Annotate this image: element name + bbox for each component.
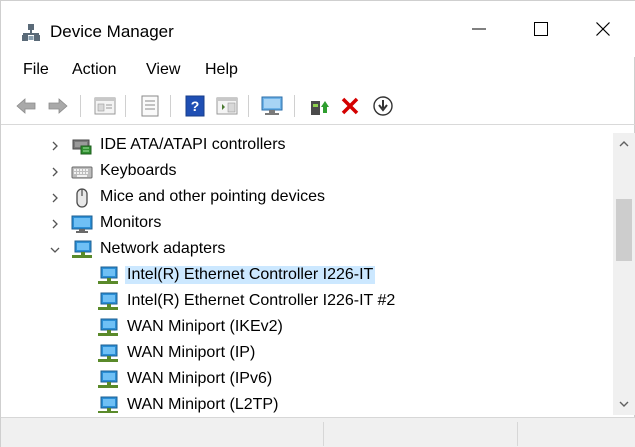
network-adapter-icon [98, 396, 118, 413]
minimize-icon [472, 28, 486, 30]
menu-file[interactable]: File [23, 61, 49, 79]
toolbar: ? [1, 87, 635, 125]
window-title: Device Manager [50, 22, 174, 41]
show-hide-pane-icon [216, 97, 238, 115]
tree-item-intel-ethernet-2[interactable]: Intel(R) Ethernet Controller I226-IT #2 [9, 289, 612, 315]
tree-item-label: Keyboards [100, 162, 177, 179]
back-button[interactable] [14, 94, 38, 118]
chevron-right-icon[interactable] [48, 191, 62, 205]
maximize-button[interactable] [510, 1, 572, 57]
uninstall-device-icon [341, 97, 359, 115]
network-adapter-icon [98, 266, 118, 284]
toolbar-separator [125, 95, 126, 117]
title-bar[interactable]: Device Manager [1, 1, 635, 57]
tree-item-keyboards[interactable]: Keyboards [9, 159, 612, 185]
tree-item-label: WAN Miniport (IKEv2) [127, 318, 283, 335]
scroll-down-button[interactable] [613, 395, 635, 413]
maximize-icon [534, 22, 548, 36]
status-divider [323, 422, 324, 446]
device-tree[interactable]: IDE ATA/ATAPI controllers Keyboards Mice… [9, 133, 612, 413]
toolbar-separator [170, 95, 171, 117]
tree-item-label: Network adapters [100, 240, 226, 257]
chevron-down-icon [619, 401, 629, 407]
tree-item-wan-ikev2[interactable]: WAN Miniport (IKEv2) [9, 315, 612, 341]
menu-bar: File Action View Help [1, 57, 635, 85]
properties-pane-button[interactable] [93, 94, 117, 118]
tree-item-label: Monitors [100, 214, 162, 231]
tree-item-label: Mice and other pointing devices [100, 188, 326, 205]
menu-help[interactable]: Help [205, 61, 238, 79]
network-adapter-icon [98, 344, 118, 362]
toolbar-separator [294, 95, 295, 117]
tree-item-label: Intel(R) Ethernet Controller I226-IT [125, 266, 376, 284]
tree-item-label: Intel(R) Ethernet Controller I226-IT #2 [127, 292, 396, 309]
tree-item-network-adapters[interactable]: Network adapters [9, 237, 612, 263]
scroll-up-button[interactable] [613, 135, 635, 153]
tree-item-intel-ethernet-1[interactable]: Intel(R) Ethernet Controller I226-IT [9, 263, 612, 289]
menu-view[interactable]: View [146, 61, 180, 79]
tree-item-label: WAN Miniport (IPv6) [127, 370, 273, 387]
properties-button[interactable] [138, 94, 162, 118]
device-manager-window: Device Manager File Action View Help ? I… [0, 0, 635, 447]
back-arrow-icon [16, 98, 36, 114]
chevron-up-icon [619, 141, 629, 147]
tree-item-label: IDE ATA/ATAPI controllers [100, 136, 286, 153]
device-manager-app-icon [21, 23, 41, 43]
disable-device-icon [373, 96, 393, 116]
toolbar-separator [80, 95, 81, 117]
chevron-right-icon[interactable] [48, 139, 62, 153]
tree-item-label: WAN Miniport (IP) [127, 344, 256, 361]
status-bar [1, 417, 635, 447]
menu-action[interactable]: Action [72, 61, 116, 79]
mouse-icon [76, 188, 88, 208]
ide-controller-icon [72, 139, 92, 155]
help-button[interactable]: ? [183, 94, 207, 118]
keyboard-icon [71, 166, 93, 179]
show-hide-pane-button[interactable] [215, 94, 239, 118]
network-adapter-icon [98, 370, 118, 388]
tree-item-label: WAN Miniport (L2TP) [127, 396, 279, 413]
chevron-right-icon[interactable] [48, 217, 62, 231]
forward-button[interactable] [46, 94, 70, 118]
tree-item-ide-controllers[interactable]: IDE ATA/ATAPI controllers [9, 133, 612, 159]
disable-device-button[interactable] [371, 94, 395, 118]
help-icon: ? [185, 95, 205, 117]
scan-hardware-button[interactable] [260, 94, 284, 118]
tree-item-mice[interactable]: Mice and other pointing devices [9, 185, 612, 211]
close-button[interactable] [572, 1, 634, 57]
update-driver-button[interactable] [307, 94, 331, 118]
toolbar-separator [248, 95, 249, 117]
monitor-icon [71, 215, 93, 233]
properties-pane-icon [94, 97, 116, 115]
tree-item-wan-l2tp[interactable]: WAN Miniport (L2TP) [9, 393, 612, 413]
scrollbar-thumb[interactable] [616, 199, 632, 261]
vertical-scrollbar[interactable] [613, 133, 635, 415]
scan-hardware-icon [261, 96, 283, 115]
svg-text:?: ? [191, 98, 200, 114]
network-adapter-icon [98, 292, 118, 310]
network-adapter-icon [72, 240, 92, 258]
tree-item-wan-ipv6[interactable]: WAN Miniport (IPv6) [9, 367, 612, 393]
update-driver-icon [311, 101, 329, 115]
properties-icon [141, 95, 159, 117]
chevron-down-icon[interactable] [48, 243, 62, 257]
status-divider [517, 422, 518, 446]
chevron-right-icon[interactable] [48, 165, 62, 179]
tree-item-wan-ip[interactable]: WAN Miniport (IP) [9, 341, 612, 367]
close-icon [596, 22, 610, 36]
uninstall-device-button[interactable] [338, 94, 362, 118]
minimize-button[interactable] [448, 1, 510, 57]
forward-arrow-icon [48, 98, 68, 114]
tree-item-monitors[interactable]: Monitors [9, 211, 612, 237]
network-adapter-icon [98, 318, 118, 336]
